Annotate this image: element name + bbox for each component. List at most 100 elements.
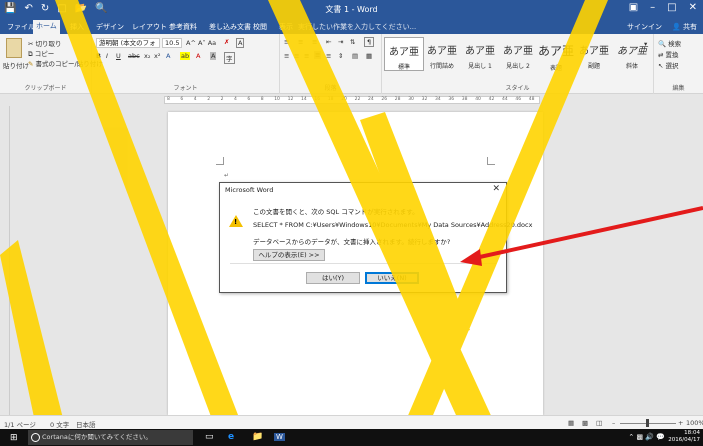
word-taskbar-icon[interactable]: W xyxy=(274,433,285,441)
minimize-icon[interactable]: – xyxy=(650,2,655,13)
margin-corner xyxy=(487,157,495,165)
align-right-icon[interactable]: ≡ xyxy=(304,52,309,60)
ruler-tick: 28 xyxy=(394,97,401,102)
zoom-level[interactable]: 100% xyxy=(686,419,703,427)
text-effects-icon[interactable]: A xyxy=(166,52,170,60)
ribbon-options-icon[interactable]: ▣ xyxy=(629,2,638,13)
select-button[interactable]: ↖ 選択 xyxy=(658,60,679,70)
superscript-button[interactable]: x² xyxy=(154,52,160,60)
tab-layout[interactable]: レイアウト xyxy=(129,21,170,33)
cortana-search-box[interactable]: Cortanaに何か聞いてみてください。 xyxy=(28,430,193,445)
align-center-icon[interactable]: ≡ xyxy=(294,52,299,60)
clock[interactable]: 18:04 2016/04/17 xyxy=(668,430,700,444)
dialog-divider xyxy=(230,263,496,264)
increase-indent-icon[interactable]: ⇥ xyxy=(338,38,343,46)
dialog-sql-command: SELECT * FROM C:¥Users¥Windows10¥Documen… xyxy=(253,221,533,229)
styles-scroll-icon[interactable]: ▾ xyxy=(644,40,647,48)
ruler-tick: 16 xyxy=(314,97,321,102)
windows-start-icon[interactable]: ⊞ xyxy=(10,433,18,443)
font-name-select[interactable]: 游明朝 (本文のフォ xyxy=(96,38,160,48)
justify-icon[interactable]: ≡ xyxy=(314,51,322,59)
font-size-select[interactable]: 10.5 xyxy=(162,38,182,48)
find-label: 検索 xyxy=(668,40,682,48)
tab-design[interactable]: デザイン xyxy=(93,21,127,33)
style-preview: あア亜 xyxy=(427,46,457,57)
bold-button[interactable]: B xyxy=(96,52,101,60)
dialog-close-icon[interactable]: ✕ xyxy=(492,184,500,194)
show-marks-icon[interactable]: ¶ xyxy=(364,37,375,47)
highlight-icon[interactable]: ab xyxy=(180,52,191,60)
paste-label[interactable]: 貼り付け xyxy=(3,60,29,70)
strikethrough-button[interactable]: abc xyxy=(128,52,140,60)
tell-me-input[interactable]: 実行したい作業を入力してください... xyxy=(298,22,416,32)
ruler-tick: 44 xyxy=(502,97,508,102)
maximize-icon[interactable]: □ xyxy=(667,2,676,13)
line-spacing-icon[interactable]: ⇕ xyxy=(338,52,343,60)
char-shading-icon[interactable]: A xyxy=(210,52,217,60)
distributed-icon[interactable]: ≡ xyxy=(326,52,331,60)
share-button[interactable]: 👤 共有 xyxy=(672,22,697,32)
tab-review[interactable]: 校閲 xyxy=(250,21,270,33)
style-heading-1[interactable]: あア亜 見出し 1 xyxy=(460,37,500,71)
style-standard[interactable]: あア亜 標準 xyxy=(384,37,424,71)
word-count[interactable]: 0 文字 xyxy=(50,419,69,429)
align-left-icon[interactable]: ≡ xyxy=(284,52,289,60)
tab-view[interactable]: 表示 xyxy=(276,21,296,33)
zoom-out-icon[interactable]: – xyxy=(612,419,615,427)
replace-button[interactable]: ⇄ 置換 xyxy=(658,49,679,59)
sort-icon[interactable]: ⇅ xyxy=(350,38,355,46)
task-view-icon[interactable]: ▭ xyxy=(205,432,214,442)
yes-button[interactable]: はい(Y) xyxy=(306,272,360,284)
style-name: 見出し 1 xyxy=(468,63,492,70)
cut-button[interactable]: ✂ 切り取り xyxy=(28,38,62,48)
print-layout-icon[interactable]: ▩ xyxy=(582,419,588,427)
ruler-tick: 40 xyxy=(475,97,481,102)
ruler-tick: 18 xyxy=(327,97,334,102)
tab-insert[interactable]: 挿入 xyxy=(67,21,87,33)
paragraph-mark: ↵ xyxy=(224,172,230,179)
tab-references[interactable]: 参考資料 xyxy=(166,21,200,33)
editing-group-label: 編集 xyxy=(672,85,685,92)
numbering-icon[interactable]: ≡ xyxy=(298,38,303,46)
ruler-tick: 2 xyxy=(207,97,211,102)
vertical-ruler[interactable] xyxy=(0,106,10,415)
system-tray-icons[interactable]: ⌃ ▩ 🔊 💬 xyxy=(628,433,665,441)
style-heading-2[interactable]: あア亜 見出し 2 xyxy=(498,37,538,71)
tab-mailings[interactable]: 差し込み文書 xyxy=(206,21,254,33)
find-button[interactable]: 🔍 検索 xyxy=(658,38,681,48)
read-mode-icon[interactable]: ▦ xyxy=(568,419,574,427)
page-count[interactable]: 1/1 ページ xyxy=(4,419,36,429)
file-explorer-icon[interactable]: 📁 xyxy=(252,432,263,442)
borders-icon[interactable]: ▦ xyxy=(366,52,372,60)
web-layout-icon[interactable]: ◫ xyxy=(596,419,602,427)
edge-icon[interactable]: e xyxy=(228,432,234,442)
horizontal-ruler[interactable]: 8 6 4 2 2 4 6 8 10 12 14 16 18 20 22 24 26 28 30 32 34 36 38 40… xyxy=(0,94,703,106)
grow-font-icon[interactable]: A^ A˅ Aa xyxy=(186,39,216,47)
dialog-question: データベースからのデータが、文書に挿入されます。続行しますか? xyxy=(253,238,451,246)
decrease-indent-icon[interactable]: ⇤ xyxy=(326,38,331,46)
no-button[interactable]: いいえ(N) xyxy=(365,272,419,284)
style-subtitle[interactable]: あア亜 副題 xyxy=(574,37,614,71)
share-label: 共有 xyxy=(683,23,697,31)
zoom-in-icon[interactable]: + xyxy=(678,419,683,427)
help-button[interactable]: ヘルプの表示(E) >> xyxy=(253,249,325,261)
italic-button[interactable]: I xyxy=(106,52,108,60)
multilevel-list-icon[interactable]: ≡ xyxy=(312,38,317,46)
phonetic-guide-icon[interactable]: A xyxy=(236,38,245,48)
paste-icon[interactable] xyxy=(6,38,22,58)
clear-format-icon[interactable]: ✗ xyxy=(224,38,229,46)
bullets-icon[interactable]: ≡ xyxy=(284,38,289,46)
font-color-icon[interactable]: A xyxy=(196,52,200,60)
close-icon[interactable]: ✕ xyxy=(689,2,697,13)
language-indicator[interactable]: 日本語 xyxy=(76,419,96,429)
underline-button[interactable]: U xyxy=(116,52,121,60)
subscript-button[interactable]: x₂ xyxy=(144,52,150,60)
zoom-slider-thumb[interactable] xyxy=(646,419,649,427)
tab-home[interactable]: ホーム xyxy=(33,20,60,34)
style-title[interactable]: あア亜 表題 xyxy=(536,37,576,72)
style-name: 見出し 2 xyxy=(506,63,530,70)
style-no-spacing[interactable]: あア亜 行間詰め xyxy=(422,37,462,71)
enclose-char-icon[interactable]: 字 xyxy=(224,52,235,64)
signin-link[interactable]: サインイン xyxy=(627,22,662,32)
shading-icon[interactable]: ▤ xyxy=(352,52,358,60)
